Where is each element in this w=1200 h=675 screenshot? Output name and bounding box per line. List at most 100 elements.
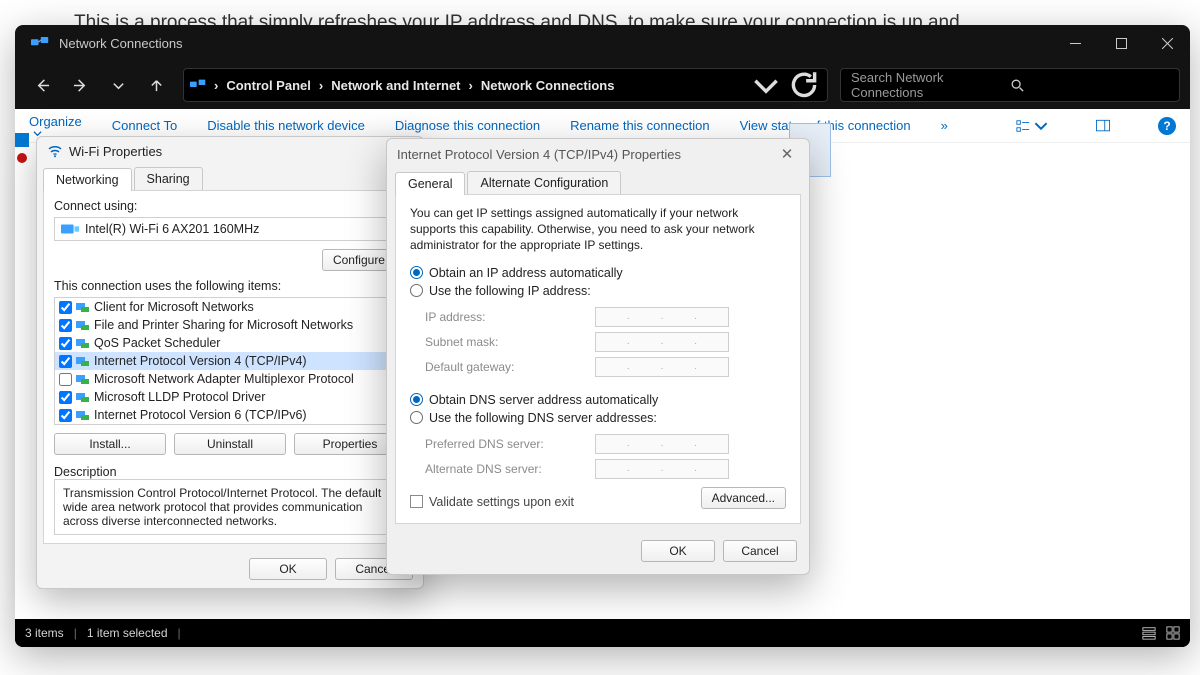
connect-to-button[interactable]: Connect To xyxy=(112,118,178,133)
items-label: This connection uses the following items… xyxy=(54,279,406,293)
search-input[interactable]: Search Network Connections xyxy=(840,68,1180,102)
radio-icon xyxy=(410,284,423,297)
list-item-label: QoS Packet Scheduler xyxy=(94,336,220,350)
dialog-title-text: Internet Protocol Version 4 (TCP/IPv4) P… xyxy=(397,147,681,162)
caret-down-icon xyxy=(1030,119,1048,133)
recent-locations-button[interactable] xyxy=(101,68,135,102)
view-options-button[interactable] xyxy=(1016,119,1048,133)
cancel-button[interactable]: Cancel xyxy=(723,540,797,562)
subnet-mask-label: Subnet mask: xyxy=(425,335,595,349)
breadcrumb-network-and-internet[interactable]: Network and Internet xyxy=(331,78,460,93)
component-icon xyxy=(76,301,90,313)
rename-button[interactable]: Rename this connection xyxy=(570,118,709,133)
status-item-count: 3 items xyxy=(25,626,64,640)
description-text: Transmission Control Protocol/Internet P… xyxy=(54,479,406,535)
chevron-right-icon: › xyxy=(210,78,222,93)
breadcrumb-control-panel[interactable]: Control Panel xyxy=(226,78,311,93)
list-item[interactable]: Microsoft Network Adapter Multiplexor Pr… xyxy=(55,370,405,388)
list-item[interactable]: Client for Microsoft Networks xyxy=(55,298,405,316)
item-checkbox[interactable] xyxy=(59,319,72,332)
item-checkbox[interactable] xyxy=(59,355,72,368)
tab-networking[interactable]: Networking xyxy=(43,168,132,191)
ok-button[interactable]: OK xyxy=(641,540,715,562)
connect-using-label: Connect using: xyxy=(54,199,406,213)
wifi-icon xyxy=(47,143,69,159)
install-button[interactable]: Install... xyxy=(54,433,166,455)
minimize-button[interactable] xyxy=(1052,25,1098,61)
ip-address-label: IP address: xyxy=(425,310,595,324)
list-item[interactable]: QoS Packet Scheduler xyxy=(55,334,405,352)
disable-device-button[interactable]: Disable this network device xyxy=(207,118,365,133)
ipv4-properties-dialog: Internet Protocol Version 4 (TCP/IPv4) P… xyxy=(386,138,810,575)
radio-label: Use the following DNS server addresses: xyxy=(429,411,657,425)
item-checkbox[interactable] xyxy=(59,373,72,386)
list-item-label: Microsoft LLDP Protocol Driver xyxy=(94,390,265,404)
item-checkbox[interactable] xyxy=(59,409,72,422)
checkbox-icon xyxy=(410,495,423,508)
tab-strip: General Alternate Configuration xyxy=(387,169,809,194)
list-item[interactable]: File and Printer Sharing for Microsoft N… xyxy=(55,316,405,334)
window-title: Network Connections xyxy=(59,36,1052,51)
chevron-right-icon: › xyxy=(465,78,477,93)
item-checkbox[interactable] xyxy=(59,337,72,350)
forward-button[interactable] xyxy=(63,68,97,102)
list-item-label: File and Printer Sharing for Microsoft N… xyxy=(94,318,353,332)
radio-label: Obtain DNS server address automatically xyxy=(429,393,658,407)
radio-dns-auto[interactable]: Obtain DNS server address automatically xyxy=(410,393,786,407)
preferred-dns-input: ... xyxy=(595,434,729,454)
list-item[interactable]: Internet Protocol Version 6 (TCP/IPv6) xyxy=(55,406,405,424)
ok-button[interactable]: OK xyxy=(249,558,327,580)
radio-dns-manual[interactable]: Use the following DNS server addresses: xyxy=(410,411,786,425)
preview-pane-button[interactable] xyxy=(1096,119,1110,133)
close-button[interactable]: ✕ xyxy=(775,145,799,163)
preferred-dns-label: Preferred DNS server: xyxy=(425,437,595,451)
gateway-label: Default gateway: xyxy=(425,360,595,374)
tab-alternate[interactable]: Alternate Configuration xyxy=(467,171,621,194)
titlebar[interactable]: Network Connections xyxy=(15,25,1190,61)
radio-ip-manual[interactable]: Use the following IP address: xyxy=(410,284,786,298)
close-button[interactable] xyxy=(1144,25,1190,61)
chevron-right-icon: › xyxy=(315,78,327,93)
dialog-title-text: Wi-Fi Properties xyxy=(69,144,162,159)
help-button[interactable]: ? xyxy=(1158,117,1176,135)
component-icon xyxy=(76,319,90,331)
item-checkbox[interactable] xyxy=(59,391,72,404)
gateway-input: ... xyxy=(595,357,729,377)
advanced-button[interactable]: Advanced... xyxy=(701,487,786,509)
more-commands-button[interactable]: » xyxy=(941,118,948,133)
refresh-button[interactable] xyxy=(787,70,821,100)
checkbox-label: Validate settings upon exit xyxy=(429,495,574,509)
adapter-field[interactable]: Intel(R) Wi-Fi 6 AX201 160MHz xyxy=(54,217,406,241)
network-components-list[interactable]: Client for Microsoft Networks File and Pr… xyxy=(54,297,406,425)
history-dropdown[interactable] xyxy=(749,70,783,100)
list-item[interactable]: Internet Protocol Version 4 (TCP/IPv4) xyxy=(55,352,405,370)
item-checkbox[interactable] xyxy=(59,301,72,314)
search-placeholder: Search Network Connections xyxy=(851,70,1010,100)
back-button[interactable] xyxy=(25,68,59,102)
diagnose-button[interactable]: Diagnose this connection xyxy=(395,118,540,133)
maximize-button[interactable] xyxy=(1098,25,1144,61)
dialog-title[interactable]: Internet Protocol Version 4 (TCP/IPv4) P… xyxy=(387,139,809,169)
status-selection-count: 1 item selected xyxy=(87,626,168,640)
address-bar[interactable]: › Control Panel › Network and Internet ›… xyxy=(183,68,828,102)
radio-ip-auto[interactable]: Obtain an IP address automatically xyxy=(410,266,786,280)
list-item[interactable]: Microsoft LLDP Protocol Driver xyxy=(55,388,405,406)
organize-menu[interactable]: Organize xyxy=(29,114,82,138)
up-button[interactable] xyxy=(139,68,173,102)
wifi-properties-dialog: Wi-Fi Properties Networking Sharing Conn… xyxy=(36,136,424,589)
uninstall-button[interactable]: Uninstall xyxy=(174,433,286,455)
tab-sharing[interactable]: Sharing xyxy=(134,167,203,190)
radio-icon xyxy=(410,393,423,406)
list-item-label: Client for Microsoft Networks xyxy=(94,300,254,314)
network-icon xyxy=(31,37,49,49)
radio-icon xyxy=(410,266,423,279)
dialog-title[interactable]: Wi-Fi Properties xyxy=(37,137,423,165)
large-icons-view-button[interactable] xyxy=(1166,626,1180,640)
details-view-button[interactable] xyxy=(1142,626,1156,640)
tab-general[interactable]: General xyxy=(395,172,465,195)
subnet-mask-input: ... xyxy=(595,332,729,352)
radio-label: Obtain an IP address automatically xyxy=(429,266,623,280)
list-item-label: Microsoft Network Adapter Multiplexor Pr… xyxy=(94,372,354,386)
component-icon xyxy=(76,373,90,385)
breadcrumb-network-connections[interactable]: Network Connections xyxy=(481,78,615,93)
